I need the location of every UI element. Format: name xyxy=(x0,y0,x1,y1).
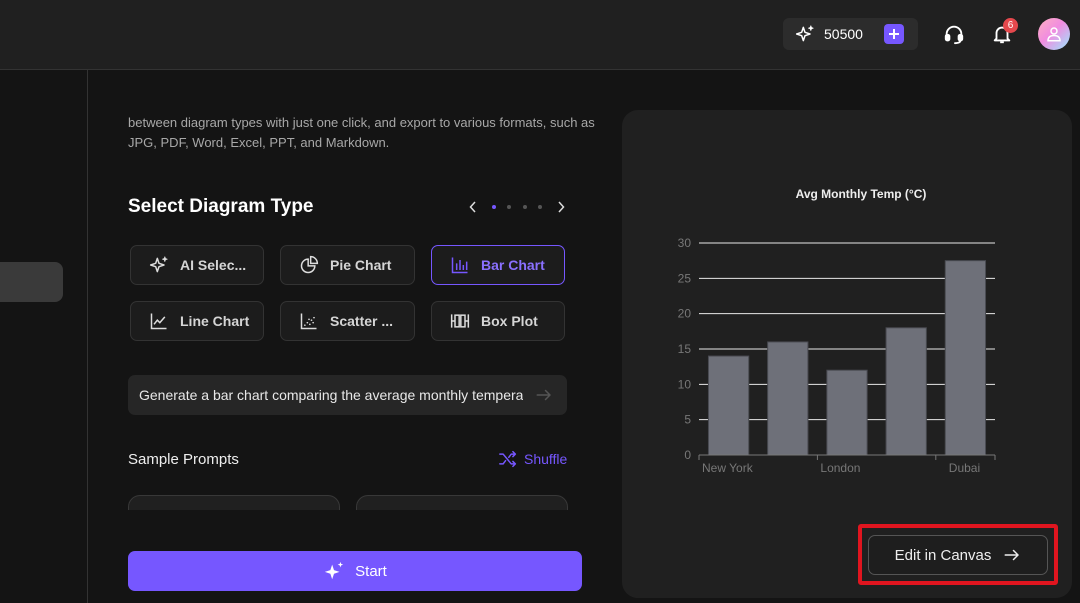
bar[interactable] xyxy=(707,355,750,456)
bar[interactable] xyxy=(885,327,927,456)
x-tick-label: New York xyxy=(702,461,754,475)
bar[interactable] xyxy=(826,369,868,456)
edit-label: Edit in Canvas xyxy=(894,546,992,564)
edit-in-canvas-button[interactable]: Edit in Canvas xyxy=(868,535,1048,575)
y-tick-label: 0 xyxy=(684,448,691,462)
bar[interactable] xyxy=(767,341,809,456)
x-tick-label: London xyxy=(820,461,860,475)
bar[interactable] xyxy=(944,260,987,456)
chart-title: Avg Monthly Temp (°C) xyxy=(796,187,927,201)
y-tick-label: 15 xyxy=(678,342,692,356)
bar-chart: Avg Monthly Temp (°C) 0 5 10 15 20 25 30 New Yo… xyxy=(678,187,996,475)
y-tick-label: 30 xyxy=(678,236,692,250)
arrow-right-icon xyxy=(1004,549,1020,561)
y-tick-label: 20 xyxy=(678,307,692,321)
y-tick-label: 25 xyxy=(678,271,692,285)
y-tick-label: 10 xyxy=(678,377,692,391)
y-tick-label: 5 xyxy=(684,413,691,427)
x-tick-label: Dubai xyxy=(949,461,980,475)
